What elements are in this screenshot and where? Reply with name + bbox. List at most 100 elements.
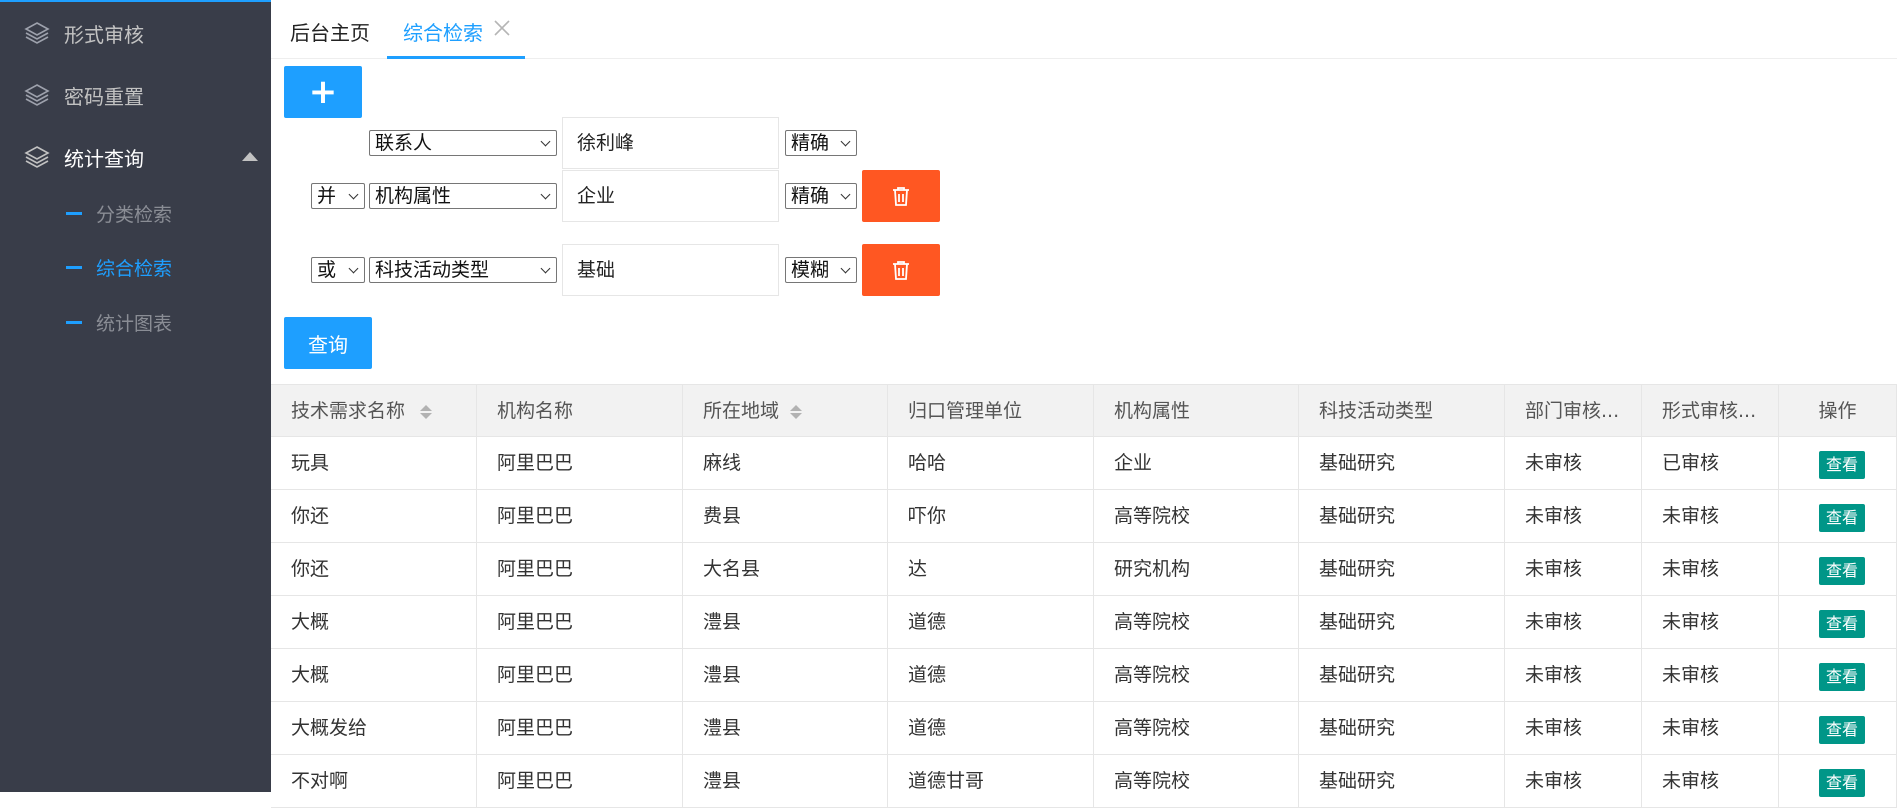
match-select-value: 模糊 [791, 259, 830, 281]
query-button-label: 查询 [308, 332, 348, 357]
logic-select[interactable]: 并 [311, 183, 365, 209]
table-cell: 基础研究 [1299, 702, 1505, 754]
table-header-row: 技术需求名称 机构名称 所在地域 归口管理单位 机构属性 科技活动类型 部门审核... 形式审… [271, 384, 1897, 437]
view-button[interactable]: 查看 [1819, 716, 1865, 744]
table-cell-action: 查看 [1779, 596, 1897, 648]
table-cell: 未审核 [1642, 755, 1779, 807]
sidebar: 形式审核 密码重置 统计查询 分类检索 综合检索 统计图表 [0, 0, 271, 792]
table-cell: 阿里巴巴 [477, 755, 683, 807]
field-select-value: 机构属性 [375, 185, 452, 207]
value-input[interactable]: 企业 [562, 170, 779, 222]
delete-condition-button[interactable] [862, 244, 940, 296]
sidebar-item-label: 密码重置 [64, 84, 144, 109]
value-input[interactable]: 徐利峰 [562, 117, 779, 169]
chevron-down-icon [348, 263, 359, 274]
sidebar-subitem-comprehensive-search[interactable]: 综合检索 [0, 249, 271, 285]
view-button[interactable]: 查看 [1819, 504, 1865, 532]
table-cell: 麻线 [683, 437, 888, 489]
header-label: 形式审核... [1662, 400, 1757, 422]
dash-icon [66, 212, 82, 215]
query-button[interactable]: 查询 [284, 317, 372, 369]
field-select[interactable]: 科技活动类型 [369, 257, 557, 283]
add-condition-button[interactable]: + [284, 66, 362, 118]
table-cell: 企业 [1094, 437, 1299, 489]
sidebar-item-label: 统计查询 [64, 146, 144, 171]
table-cell: 高等院校 [1094, 490, 1299, 542]
table-cell: 未审核 [1505, 490, 1642, 542]
table-cell: 玩具 [271, 437, 477, 489]
table-row: 大概 阿里巴巴 澧县 道德 高等院校 基础研究 未审核 未审核 查看 [271, 596, 1897, 649]
tab-bar: 后台主页 综合检索 [271, 0, 1897, 59]
match-select[interactable]: 模糊 [785, 257, 857, 283]
table-cell: 阿里巴巴 [477, 490, 683, 542]
table-cell: 吓你 [888, 490, 1094, 542]
sort-icon[interactable] [420, 405, 432, 419]
sidebar-subitem-statistics-chart[interactable]: 统计图表 [0, 304, 271, 340]
table-header-cell: 科技活动类型 [1299, 385, 1505, 437]
match-select[interactable]: 精确 [785, 183, 857, 209]
table-cell: 大概 [271, 596, 477, 648]
table-cell: 澧县 [683, 755, 888, 807]
view-button[interactable]: 查看 [1819, 610, 1865, 638]
view-button[interactable]: 查看 [1819, 663, 1865, 691]
chevron-down-icon [540, 189, 551, 200]
sidebar-subitem-category-search[interactable]: 分类检索 [0, 195, 271, 231]
chevron-down-icon [348, 189, 359, 200]
chevron-down-icon [540, 136, 551, 147]
sidebar-item-label: 形式审核 [64, 22, 144, 47]
header-label: 技术需求名称 [291, 400, 406, 422]
delete-condition-button[interactable] [862, 170, 940, 222]
table-row: 你还 阿里巴巴 费县 吓你 高等院校 基础研究 未审核 未审核 查看 [271, 490, 1897, 543]
header-label: 归口管理单位 [908, 400, 1023, 422]
field-select[interactable]: 联系人 [369, 130, 557, 156]
table-header-cell[interactable]: 技术需求名称 [271, 385, 477, 437]
table-cell: 未审核 [1505, 437, 1642, 489]
table-cell: 阿里巴巴 [477, 543, 683, 595]
table-cell: 基础研究 [1299, 543, 1505, 595]
header-label: 所在地域 [703, 400, 780, 422]
table-cell-action: 查看 [1779, 543, 1897, 595]
logic-select[interactable]: 或 [311, 257, 365, 283]
sidebar-item-password-reset[interactable]: 密码重置 [0, 75, 271, 115]
table-header-cell: 归口管理单位 [888, 385, 1094, 437]
chevron-down-icon [840, 263, 851, 274]
tab-active-underline [387, 56, 525, 59]
header-label: 科技活动类型 [1319, 400, 1434, 422]
close-icon[interactable] [493, 19, 511, 37]
view-button[interactable]: 查看 [1819, 557, 1865, 585]
table-cell: 未审核 [1505, 543, 1642, 595]
sidebar-item-statistics[interactable]: 统计查询 [0, 137, 271, 177]
table-header-cell[interactable]: 所在地域 [683, 385, 888, 437]
sort-icon[interactable] [790, 405, 802, 419]
table-cell: 高等院校 [1094, 755, 1299, 807]
table-cell: 已审核 [1642, 437, 1779, 489]
header-label: 机构名称 [497, 400, 574, 422]
table-header-cell: 机构属性 [1094, 385, 1299, 437]
table-cell: 高等院校 [1094, 702, 1299, 754]
table-cell: 阿里巴巴 [477, 649, 683, 701]
tab-comprehensive-search[interactable]: 综合检索 [387, 0, 525, 59]
table-cell: 研究机构 [1094, 543, 1299, 595]
table-cell: 未审核 [1642, 702, 1779, 754]
value-input[interactable]: 基础 [562, 244, 779, 296]
sidebar-subitem-label: 综合检索 [96, 258, 173, 280]
view-button[interactable]: 查看 [1819, 769, 1865, 797]
chevron-down-icon [840, 189, 851, 200]
table-row: 大概发给 阿里巴巴 澧县 道德 高等院校 基础研究 未审核 未审核 查看 [271, 702, 1897, 755]
tab-home[interactable]: 后台主页 [271, 0, 383, 58]
field-select[interactable]: 机构属性 [369, 183, 557, 209]
sidebar-item-format-review[interactable]: 形式审核 [0, 13, 271, 53]
table-header-cell: 操作 [1779, 385, 1897, 437]
table-cell: 你还 [271, 543, 477, 595]
table-cell: 澧县 [683, 649, 888, 701]
caret-up-icon [242, 152, 258, 161]
chevron-down-icon [840, 136, 851, 147]
table-cell: 澧县 [683, 702, 888, 754]
match-select[interactable]: 精确 [785, 130, 857, 156]
table-cell: 未审核 [1505, 596, 1642, 648]
view-button[interactable]: 查看 [1819, 451, 1865, 479]
table-header-cell: 机构名称 [477, 385, 683, 437]
field-select-value: 联系人 [375, 132, 433, 154]
header-label: 操作 [1818, 400, 1857, 422]
header-label: 部门审核... [1525, 400, 1620, 422]
